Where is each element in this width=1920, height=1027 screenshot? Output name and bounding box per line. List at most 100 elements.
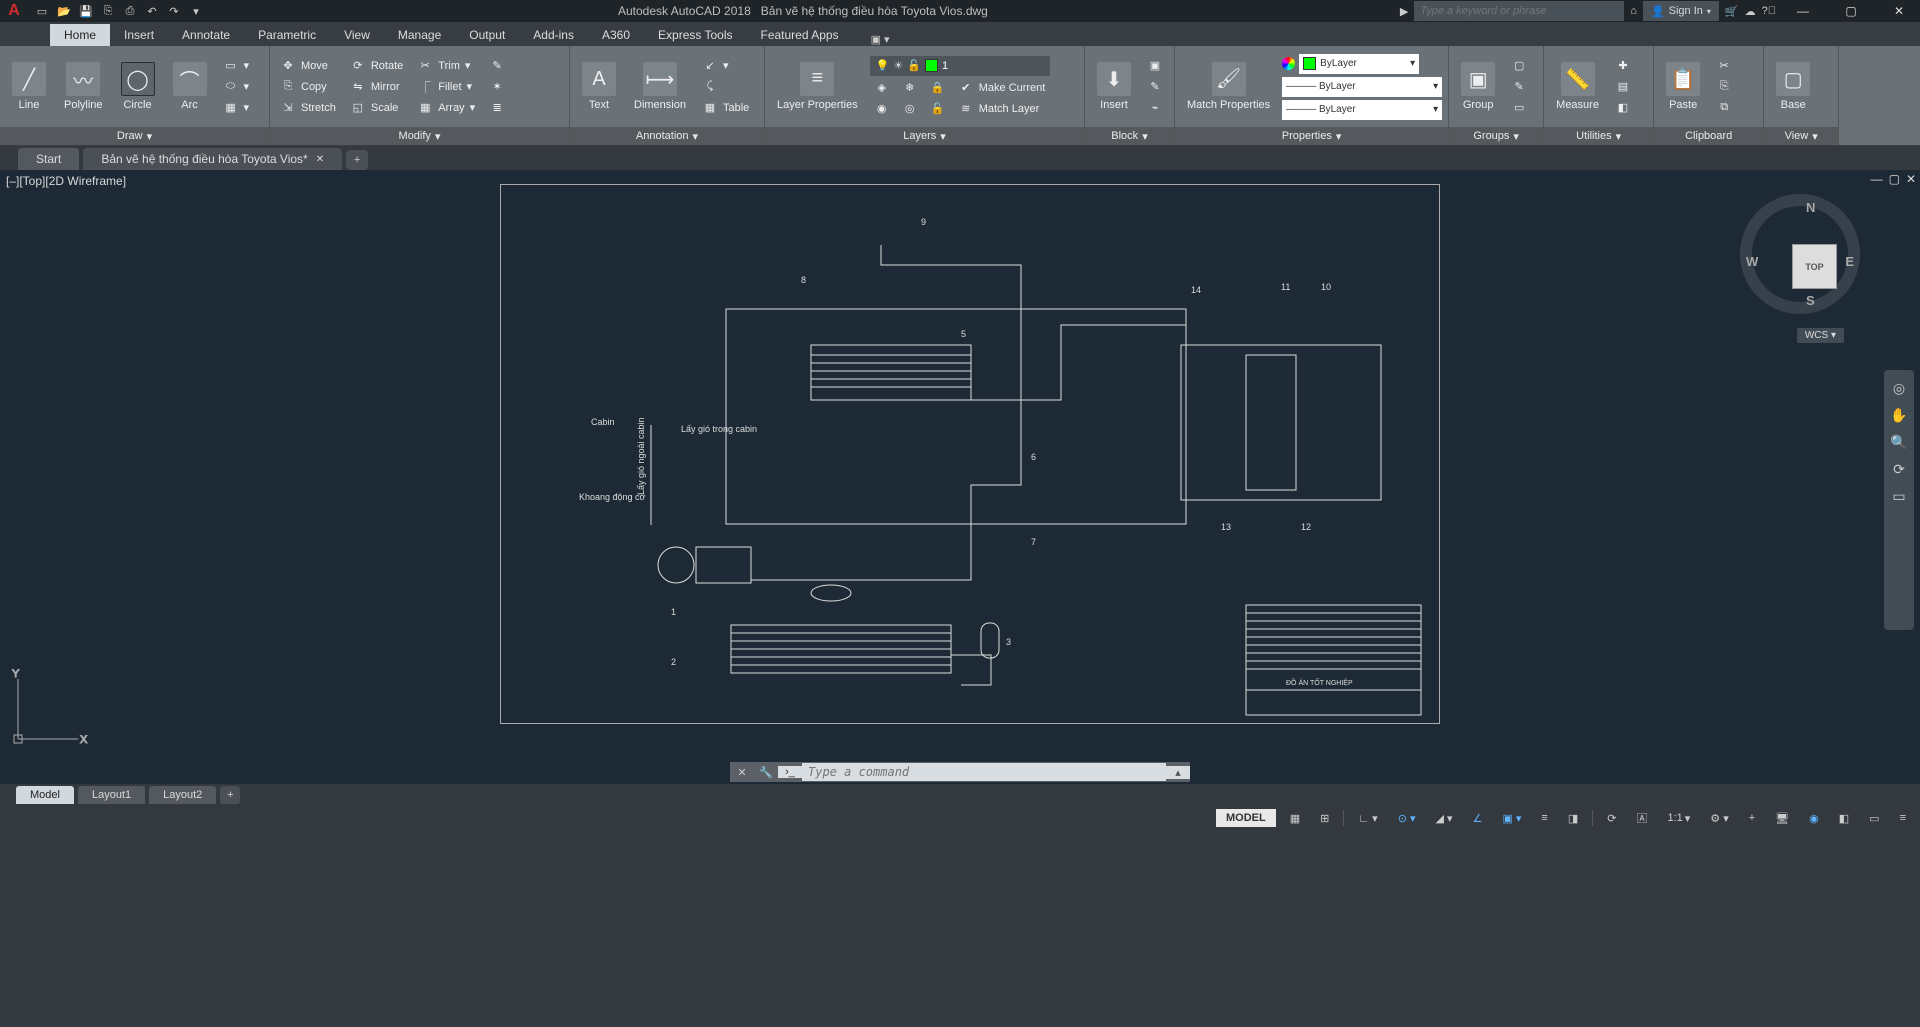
rotate-button[interactable]: ⟳Rotate [346,57,407,75]
nav-pan-icon[interactable]: ✋ [1890,407,1907,424]
offset-button[interactable]: ≣ [485,99,509,117]
window-maximize-icon[interactable]: ▢ [1830,0,1872,22]
navcube-s[interactable]: S [1806,293,1815,308]
mirror-button[interactable]: ⇋Mirror [346,78,407,96]
tab-output[interactable]: Output [455,24,519,46]
circle-button[interactable]: ◯Circle [115,60,161,113]
panel-utilities-label[interactable]: Utilities ▾ [1544,127,1653,145]
cmd-prompt-icon[interactable]: ›_ [778,766,802,778]
status-customize-icon[interactable]: ≡ [1894,810,1912,826]
close-tab-icon[interactable]: ✕ [316,154,324,165]
add-layout-button[interactable]: + [220,786,240,804]
layout2-tab[interactable]: Layout2 [149,786,216,804]
qat-open-icon[interactable]: 📂 [54,2,74,20]
linetype-dropdown[interactable]: ——— ByLayer▾ [1282,100,1442,120]
tab-featured[interactable]: Featured Apps [747,24,853,46]
color-dropdown[interactable]: ByLayer▾ [1299,54,1419,74]
viewport-label[interactable]: [–][Top][2D Wireframe] [6,174,126,188]
qat-undo-icon[interactable]: ↶ [142,2,162,20]
ribbon-expander-icon[interactable]: ▣ ▾ [871,33,890,46]
array-button[interactable]: ▦Array ▾ [413,99,479,117]
qat-new-icon[interactable]: ▭ [32,2,52,20]
cmd-history-icon[interactable]: ▴ [1166,766,1190,779]
explode-button[interactable]: ✶ [485,78,509,96]
panel-groups-label[interactable]: Groups ▾ [1449,127,1543,145]
panel-layers-label[interactable]: Layers ▾ [765,127,1084,145]
layer-freeze-button[interactable]: ❄ [898,79,922,97]
signin-button[interactable]: 👤 Sign In ▾ [1643,1,1719,21]
nav-orbit-icon[interactable]: ⟳ [1893,461,1905,478]
drawing-viewport[interactable]: [–][Top][2D Wireframe] — ▢ ✕ [0,170,1920,760]
qat-dropdown-icon[interactable]: ▾ [186,2,206,20]
status-monitor-icon[interactable]: 🖥 [1769,810,1795,827]
wcs-badge[interactable]: WCS ▾ [1797,328,1844,343]
cmd-wrench-icon[interactable]: 🔧 [754,766,778,779]
panel-properties-label[interactable]: Properties ▾ [1175,127,1448,145]
block-create-button[interactable]: ▣ [1143,57,1167,75]
panel-block-label[interactable]: Block ▾ [1085,127,1174,145]
nav-wheel-icon[interactable]: ◎ [1893,380,1905,397]
table-button[interactable]: ▦Table [698,99,753,117]
measure-button[interactable]: 📏Measure [1550,60,1605,113]
navcube-w[interactable]: W [1746,254,1758,269]
leader-button[interactable]: ↙▾ [698,57,753,75]
tab-home[interactable]: Home [50,24,110,46]
copybase-button[interactable]: ⧉ [1712,99,1736,117]
util1-button[interactable]: ✚ [1611,57,1635,75]
view-cube[interactable]: N S W E TOP [1740,194,1860,314]
copy-button[interactable]: ⎘Copy [276,78,340,96]
add-file-tab-button[interactable]: + [346,150,368,170]
qat-saveas-icon[interactable]: ⎘ [98,2,118,20]
status-cycling-icon[interactable]: ⟳ [1601,810,1622,827]
status-transparency-icon[interactable]: ◨ [1562,810,1584,827]
status-isolate-icon[interactable]: ◧ [1833,810,1855,827]
tab-express[interactable]: Express Tools [644,24,746,46]
cut-button[interactable]: ✂ [1712,57,1736,75]
dimension-button[interactable]: ⟼Dimension [628,60,692,113]
help-icon[interactable]: ?⃝ [1762,5,1776,17]
match-properties-button[interactable]: 🖌Match Properties [1181,60,1276,113]
ucs-icon[interactable]: Y X [8,669,88,752]
status-iso-icon[interactable]: ◢ ▾ [1430,810,1459,827]
panel-view-label[interactable]: View ▾ [1764,127,1838,145]
viewport-close-icon[interactable]: ✕ [1906,172,1916,186]
group-bbox-button[interactable]: ▭ [1507,99,1531,117]
panel-clipboard-label[interactable]: Clipboard [1654,127,1763,145]
mleader-button[interactable]: ⤹ [698,78,753,96]
base-button[interactable]: ▢Base [1770,60,1816,113]
status-scale-button[interactable]: 1:1 ▾ [1661,810,1696,827]
status-osnap3d-icon[interactable]: ▣ ▾ [1496,810,1527,827]
util2-button[interactable]: ▤ [1611,78,1635,96]
erase-button[interactable]: ✎ [485,57,509,75]
scale-button[interactable]: ◱Scale [346,99,407,117]
qat-save-icon[interactable]: 💾 [76,2,96,20]
tab-annotate[interactable]: Annotate [168,24,244,46]
command-input[interactable] [802,763,1166,781]
qat-print-icon[interactable]: ⎙ [120,2,140,20]
file-tab-drawing[interactable]: Bản vẽ hệ thống điều hòa Toyota Vios* ✕ [83,148,342,170]
panel-annotation-label[interactable]: Annotation ▾ [570,127,764,145]
model-tab[interactable]: Model [16,786,74,804]
status-ortho-icon[interactable]: ∟ ▾ [1352,810,1383,827]
status-grid-icon[interactable]: ▦ [1284,810,1306,827]
tab-manage[interactable]: Manage [384,24,455,46]
cloud-icon[interactable]: ☁ [1745,5,1756,18]
make-current-button[interactable]: ✔Make Current [954,79,1050,97]
file-tab-start[interactable]: Start [18,148,79,170]
trim-button[interactable]: ✂Trim ▾ [413,57,479,75]
exchange-icon[interactable]: ⌂ [1630,5,1637,17]
window-minimize-icon[interactable]: — [1782,0,1824,22]
util3-button[interactable]: ◧ [1611,99,1635,117]
navcube-e[interactable]: E [1845,254,1854,269]
viewport-minimize-icon[interactable]: — [1871,172,1883,186]
status-plus-icon[interactable]: + [1743,810,1761,826]
status-annoscale-icon[interactable]: 🄰 [1630,808,1653,828]
tab-a360[interactable]: A360 [588,24,644,46]
status-model-button[interactable]: MODEL [1216,809,1276,827]
cmd-close-icon[interactable]: ✕ [730,766,754,779]
navcube-n[interactable]: N [1806,200,1815,215]
group-button[interactable]: ▣Group [1455,60,1501,113]
block-attr-button[interactable]: ⌁ [1143,99,1167,117]
layer-off-button[interactable]: ◉ [870,100,894,118]
copy-clip-button[interactable]: ⎘ [1712,78,1736,96]
